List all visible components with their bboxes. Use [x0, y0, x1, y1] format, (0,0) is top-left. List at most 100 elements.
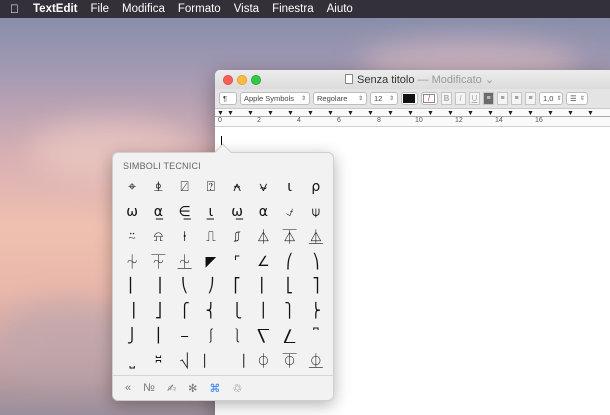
font-size-popup[interactable]: 12 ⇕	[370, 92, 398, 105]
symbol-cell[interactable]: ⏁	[277, 348, 303, 373]
symbol-cell[interactable]: ⏂	[303, 348, 329, 373]
numero-sign-icon[interactable]: №	[143, 382, 155, 394]
tab-stop-marker[interactable]: ▼	[387, 110, 394, 117]
tab-stop-marker[interactable]: ▼	[527, 110, 534, 117]
symbol-cell[interactable]: ⎜	[119, 274, 145, 299]
symbol-cell[interactable]: ⍨	[119, 225, 145, 250]
symbol-cell[interactable]: ⌜	[224, 249, 250, 274]
command-key-icon[interactable]: ⌘	[209, 382, 220, 395]
symbol-cell[interactable]: ⍁	[172, 175, 198, 200]
symbol-cell[interactable]: ⎦	[145, 299, 171, 324]
symbol-cell[interactable]: ⎤	[303, 274, 329, 299]
tab-stop-marker[interactable]: ▼	[427, 110, 434, 117]
symbol-cell[interactable]: ⎠	[198, 274, 224, 299]
symbol-cell[interactable]: ⎟	[145, 274, 171, 299]
text-color-well[interactable]	[401, 92, 418, 105]
tab-stop-marker[interactable]: ▼	[367, 110, 374, 117]
symbol-cell[interactable]: ⎵	[119, 348, 145, 373]
symbol-cell[interactable]: ⍱	[250, 175, 276, 200]
symbol-cell[interactable]: ⏃	[250, 225, 276, 250]
symbol-cell[interactable]: ⎮	[145, 324, 171, 349]
paragraph-style-popup[interactable]: ¶	[219, 92, 237, 105]
symbol-cell[interactable]: ⍾	[145, 225, 171, 250]
menu-modifica[interactable]: Modifica	[122, 3, 165, 15]
symbol-cell[interactable]: ⎯	[172, 324, 198, 349]
symbol-cell[interactable]: ⎣	[277, 274, 303, 299]
symbol-cell[interactable]: ⎩	[224, 299, 250, 324]
symbol-cell[interactable]: ⏈	[172, 249, 198, 274]
symbol-cell[interactable]: ⎱	[224, 324, 250, 349]
tab-stop-marker[interactable]: ▼	[327, 110, 334, 117]
symbol-cell[interactable]: ⍦	[303, 200, 329, 225]
symbol-cell[interactable]: ⎹	[224, 348, 250, 373]
symbol-cell[interactable]: ⍿	[172, 225, 198, 250]
symbol-cell[interactable]: ⎡	[224, 274, 250, 299]
symbol-cell[interactable]: ⎲	[250, 324, 276, 349]
tab-stop-marker[interactable]: ▼	[547, 110, 554, 117]
menu-vista[interactable]: Vista	[234, 3, 259, 15]
font-style-popup[interactable]: Regolare ⇕	[313, 92, 367, 105]
symbol-cell[interactable]: ⎭	[119, 324, 145, 349]
minimize-button[interactable]	[237, 75, 247, 85]
align-right-button[interactable]: ≡	[511, 92, 522, 105]
symbol-cell[interactable]: ⍲	[224, 175, 250, 200]
symbol-cell[interactable]: ⎍	[198, 225, 224, 250]
symbol-cell[interactable]: ⎴	[303, 324, 329, 349]
symbol-cell[interactable]: ⎫	[277, 299, 303, 324]
menu-file[interactable]: File	[91, 3, 110, 15]
symbol-cell[interactable]: ⏀	[250, 348, 276, 373]
symbol-cell[interactable]: ⎰	[198, 324, 224, 349]
ruler[interactable]: ▼ ▼ ▼ ▼ ▼ ▼ ▼ ▼ ▼ ▼ ▼ ▼ ▼ ▼ ▼ ▼ ▼ ▼ ▼ ▼ …	[215, 109, 610, 127]
list-style-popup[interactable]: ☰ ⇕	[566, 92, 588, 105]
symbol-cell[interactable]: ɩ̲	[198, 200, 224, 225]
symbol-cell[interactable]: ⎨	[198, 299, 224, 324]
symbol-cell[interactable]: ∈̲	[172, 200, 198, 225]
symbol-cell[interactable]: ω̲	[224, 200, 250, 225]
window-title[interactable]: Senza titolo — Modificato ⌄	[345, 73, 494, 86]
tab-stop-marker[interactable]: ▼	[347, 110, 354, 117]
symbol-cell[interactable]: ⎬	[303, 299, 329, 324]
symbol-cell[interactable]: ⎳	[277, 324, 303, 349]
symbol-cell[interactable]: ⎧	[172, 299, 198, 324]
font-family-popup[interactable]: Apple Symbols ⇕	[240, 92, 310, 105]
symbol-cell[interactable]: ◤	[198, 249, 224, 274]
asterisk-icon[interactable]: ✻	[188, 382, 197, 395]
symbol-cell[interactable]: ⏅	[303, 225, 329, 250]
symbol-cell[interactable]: ⍰	[198, 175, 224, 200]
underline-button[interactable]: U	[469, 92, 480, 105]
menu-formato[interactable]: Formato	[178, 3, 221, 15]
align-center-button[interactable]: ≡	[497, 92, 508, 105]
symbol-cell[interactable]: ⎝	[172, 274, 198, 299]
symbol-cell[interactable]: ⎞	[303, 249, 329, 274]
zoom-button[interactable]	[251, 75, 261, 85]
tab-stop-marker[interactable]: ▼	[467, 110, 474, 117]
symbol-cell[interactable]: ⎪	[250, 299, 276, 324]
tab-stop-marker[interactable]: ▼	[287, 110, 294, 117]
background-color-well[interactable]: /	[421, 92, 438, 105]
tab-stop-marker[interactable]: ▼	[247, 110, 254, 117]
align-justify-button[interactable]: ≡	[525, 92, 536, 105]
line-spacing-popup[interactable]: 1,0 ⇕	[539, 92, 563, 105]
collapse-icon[interactable]: «	[125, 382, 131, 394]
symbol-cell[interactable]: ⌖	[119, 175, 145, 200]
symbol-cell[interactable]: α̲	[145, 200, 171, 225]
tab-stop-marker[interactable]: ▼	[227, 110, 234, 117]
symbol-cell[interactable]: ⍻	[277, 200, 303, 225]
menu-aiuto[interactable]: Aiuto	[327, 3, 353, 15]
tab-stop-marker[interactable]: ▼	[407, 110, 414, 117]
symbol-cell[interactable]: α	[250, 200, 276, 225]
align-left-button[interactable]: ≡	[483, 92, 494, 105]
symbol-cell[interactable]: ⎷	[172, 348, 198, 373]
symbol-cell[interactable]: ⎢	[250, 274, 276, 299]
italic-button[interactable]: I	[455, 92, 466, 105]
tab-stop-marker[interactable]: ▼	[487, 110, 494, 117]
tab-stop-marker[interactable]: ▼	[587, 110, 594, 117]
window-titlebar[interactable]: Senza titolo — Modificato ⌄	[215, 70, 610, 89]
left-margin-marker[interactable]: ▼	[217, 110, 224, 117]
menu-finestra[interactable]: Finestra	[272, 3, 314, 15]
pencil-icon[interactable]: ✍	[167, 382, 176, 395]
tab-stop-marker[interactable]: ▼	[567, 110, 574, 117]
symbol-cell[interactable]: ω	[119, 200, 145, 225]
symbol-cell[interactable]: ⎎	[224, 225, 250, 250]
symbol-cell[interactable]: ⏆	[119, 249, 145, 274]
